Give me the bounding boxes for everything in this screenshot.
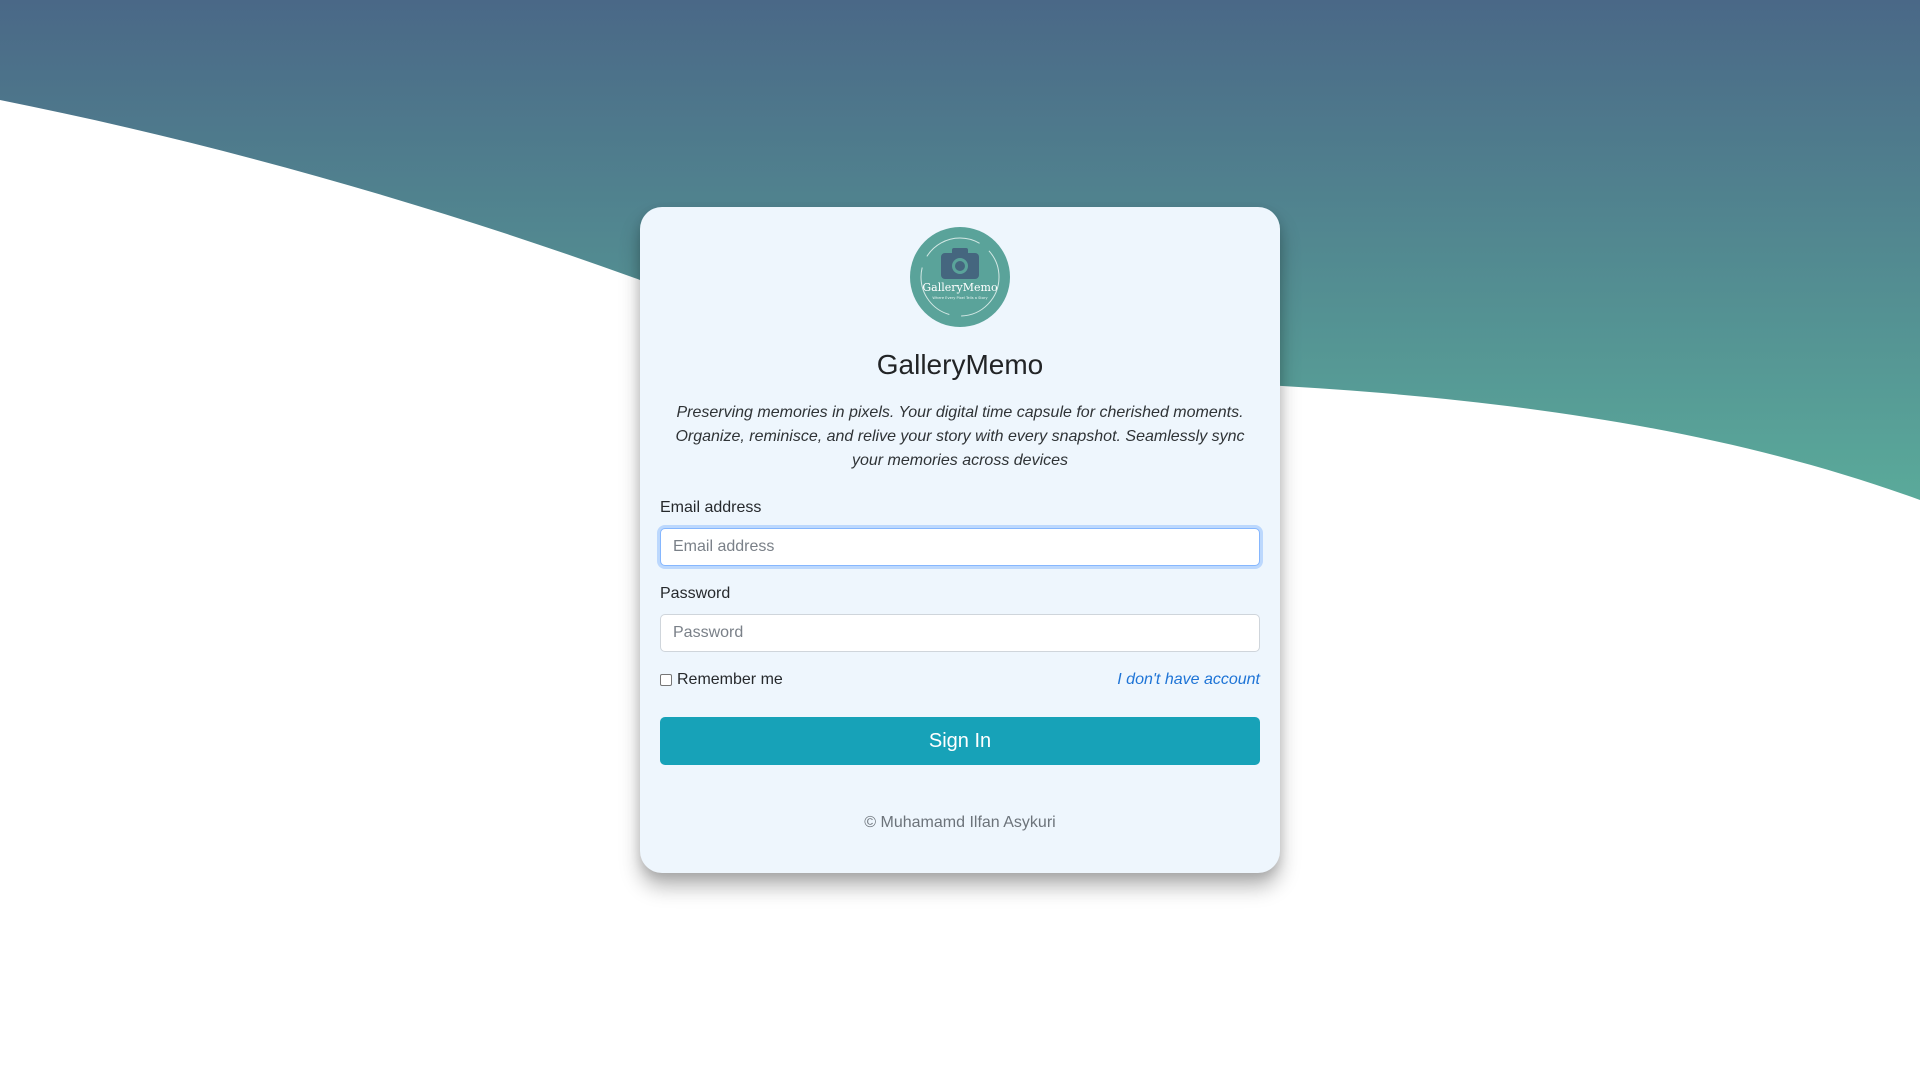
email-label: Email address — [660, 499, 762, 516]
password-label: Password — [660, 585, 731, 602]
remember-me[interactable]: Remember me — [660, 671, 783, 689]
sign-in-button[interactable]: Sign In — [660, 717, 1260, 765]
tagline: Preserving memories in pixels. Your digi… — [675, 404, 1245, 469]
logo-graphic: GalleryMemo Where Every Pixel Tells a St… — [920, 237, 1000, 317]
login-card: GalleryMemo Where Every Pixel Tells a St… — [640, 207, 1280, 873]
camera-icon — [941, 248, 979, 279]
remember-checkbox[interactable] — [660, 674, 672, 686]
email-input[interactable] — [660, 528, 1260, 566]
gallerymemo-logo: GalleryMemo Where Every Pixel Tells a St… — [910, 227, 1010, 327]
no-account-link[interactable]: I don't have account — [1117, 671, 1260, 689]
brand-name: GalleryMemo — [876, 349, 1044, 380]
logo-text: GalleryMemo — [922, 281, 998, 294]
footer-copyright: © Muhamamd Ilfan Asykuri — [864, 814, 1056, 831]
remember-label: Remember me — [677, 671, 783, 688]
logo-subtext: Where Every Pixel Tells a Story — [932, 296, 988, 300]
password-input[interactable] — [660, 614, 1260, 652]
